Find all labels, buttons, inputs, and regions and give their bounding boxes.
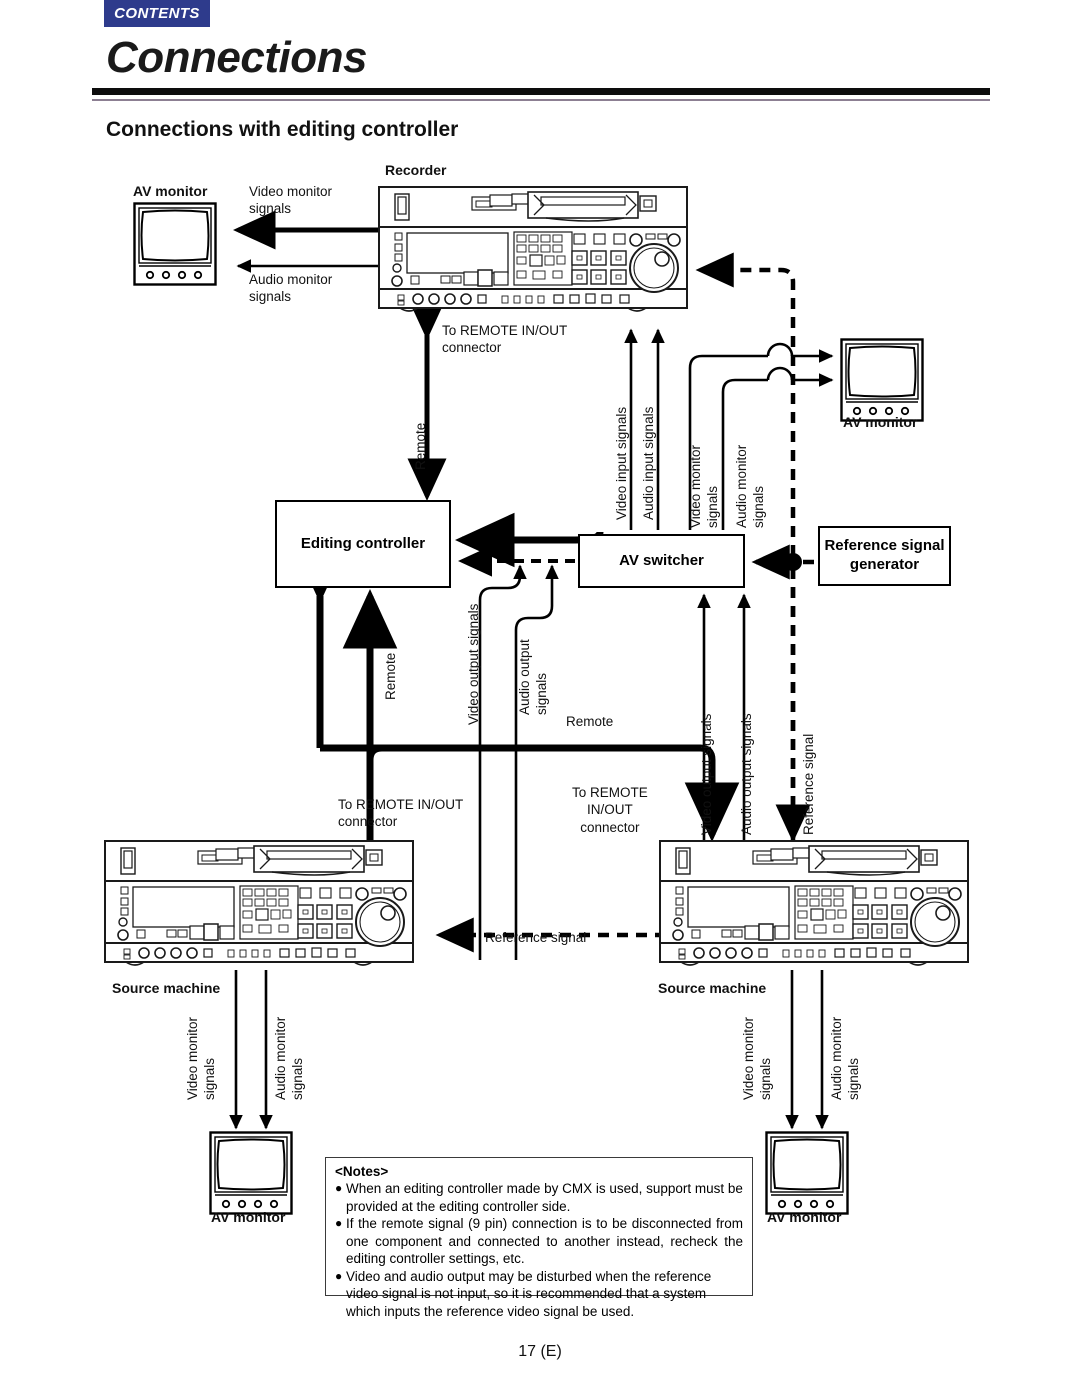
notes-title: <Notes>: [335, 1164, 389, 1179]
video-monitor-signals-top-label: Video monitor signals: [249, 184, 333, 217]
note-text: If the remote signal (9 pin) connection …: [346, 1216, 743, 1267]
av-monitor-bottom-left-graphic: [209, 1131, 293, 1216]
audio-monitor-signals-right-label: Audio monitor signals: [734, 444, 767, 528]
note-item: ● If the remote signal (9 pin) connectio…: [335, 1215, 743, 1268]
video-output-signals-left-label: Video output signals: [466, 603, 481, 725]
to-remote-in-out-recorder-label: To REMOTE IN/OUT connector: [442, 323, 568, 356]
note-text: Video and audio output may be disturbed …: [346, 1268, 712, 1319]
note-bullet-icon: ●: [335, 1216, 343, 1231]
to-remote-in-out-left-label: To REMOTE IN/OUT connector: [338, 797, 464, 830]
source-machine-left-graphic: [104, 840, 414, 968]
editing-controller-box[interactable]: Editing controller: [275, 500, 451, 588]
video-monitor-signals-br-label: Video monitor signals: [741, 1016, 774, 1100]
video-monitor-signals-right-label: Video monitor signals: [688, 444, 721, 528]
av-monitor-bottom-right-graphic: [765, 1131, 849, 1216]
recorder-graphic: [378, 186, 688, 314]
source-machine-left-label: Source machine: [112, 980, 221, 996]
source-machine-right-label: Source machine: [658, 980, 767, 996]
av-monitor-bottom-left-label: AV monitor: [211, 1209, 286, 1225]
reference-signal-vertical-label: Reference signal: [801, 733, 816, 835]
note-item: ● Video and audio output may be disturbe…: [335, 1268, 743, 1321]
audio-output-signals-left-label: Audio output signals: [517, 639, 550, 715]
video-input-signals-label: Video input signals: [614, 406, 629, 520]
av-monitor-top-right-label: AV monitor: [843, 414, 918, 430]
page-number: 17 (E): [518, 1343, 562, 1360]
av-monitor-top-right-graphic: [840, 338, 924, 423]
notes-box: <Notes> ● When an editing controller mad…: [325, 1157, 753, 1319]
audio-monitor-signals-bl-label: Audio monitor signals: [273, 1016, 306, 1100]
reference-signal-node: [784, 553, 802, 571]
video-monitor-signals-bl-label: Video monitor signals: [185, 1016, 218, 1100]
av-monitor-top-left-label: AV monitor: [133, 183, 208, 199]
note-item: ● When an editing controller made by CMX…: [335, 1180, 743, 1215]
audio-output-signals-right-label: Audio output signals: [739, 713, 754, 835]
note-text: When an editing controller made by CMX i…: [346, 1181, 743, 1214]
remote-recorder-label: Remote: [413, 422, 428, 470]
source-machine-right-graphic: [659, 840, 969, 968]
reference-signal-generator-box[interactable]: Reference signal generator: [818, 526, 951, 586]
audio-monitor-signals-br-label: Audio monitor signals: [829, 1016, 862, 1100]
note-bullet-icon: ●: [335, 1181, 343, 1195]
av-monitor-bottom-right-label: AV monitor: [767, 1209, 842, 1225]
manual-page: CONTENTS Connections Connections with ed…: [0, 0, 1080, 1397]
av-switcher-box[interactable]: AV switcher: [578, 534, 745, 588]
remote-source-left-label: Remote: [383, 652, 398, 700]
video-output-signals-right-label: Video output signals: [699, 713, 714, 835]
reference-signal-horizontal-label: Reference signal: [485, 930, 587, 945]
remote-source-right-label: Remote: [566, 714, 614, 729]
note-bullet-icon: ●: [335, 1268, 343, 1283]
av-monitor-top-left-graphic: [133, 202, 217, 287]
audio-input-signals-label: Audio input signals: [641, 406, 656, 520]
to-remote-in-out-right-label: To REMOTE IN/OUT connector: [572, 785, 648, 835]
recorder-label: Recorder: [385, 162, 447, 178]
audio-monitor-signals-top-label: Audio monitor signals: [249, 272, 333, 305]
